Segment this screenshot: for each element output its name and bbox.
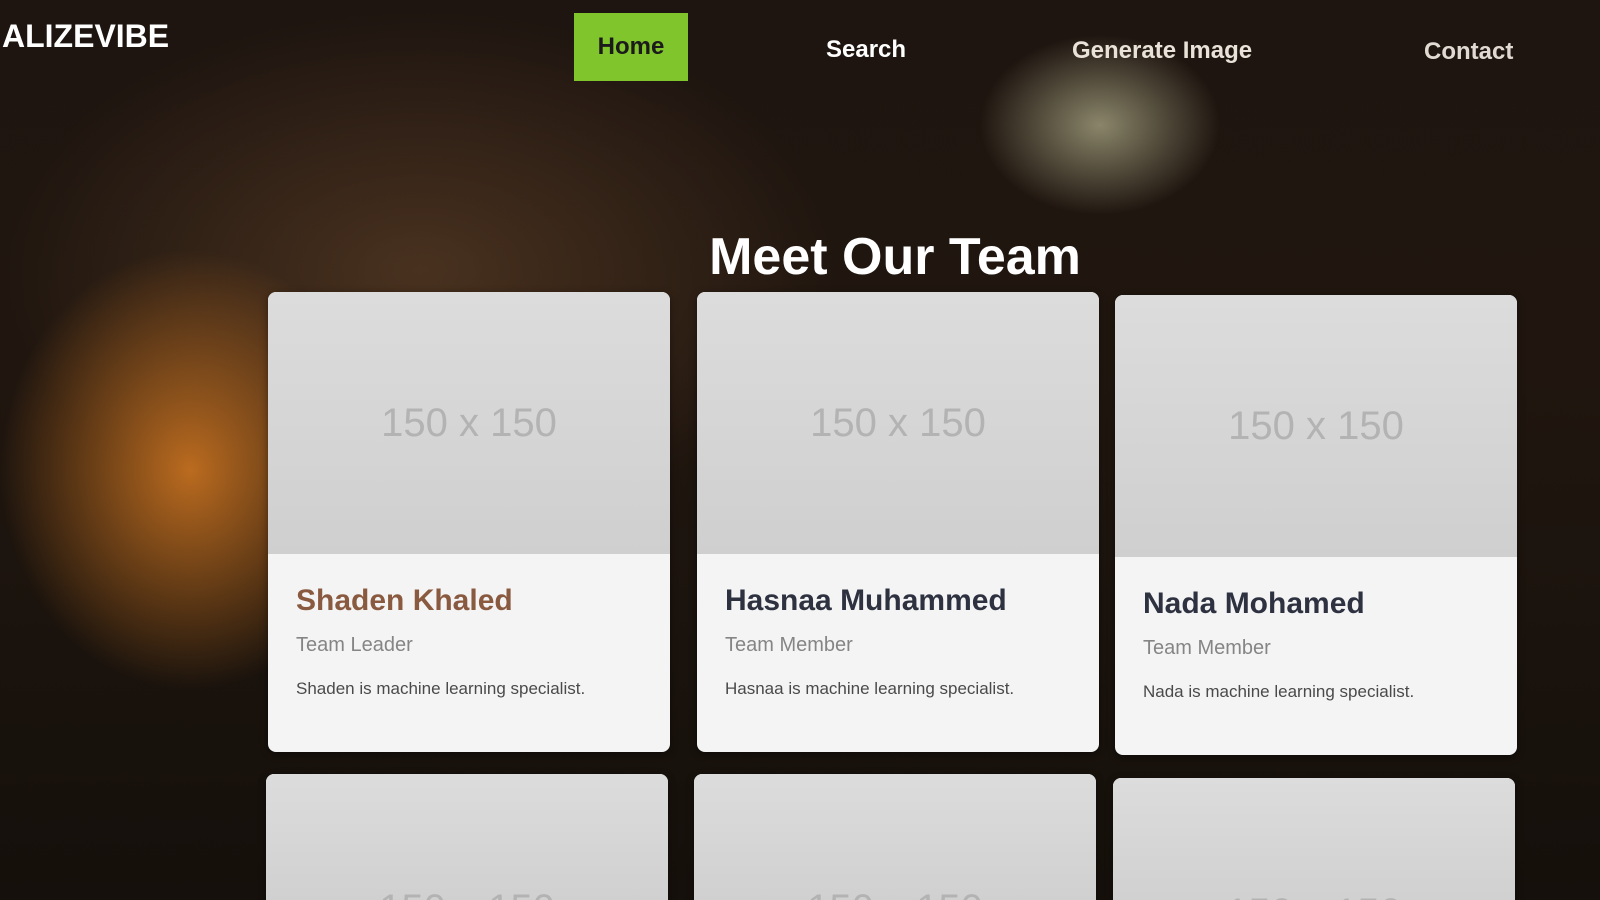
nav-search-link[interactable]: Search — [826, 36, 906, 64]
member-photo-placeholder: 150 x 150 — [694, 774, 1096, 900]
photo-placeholder-label: 150 x 150 — [807, 887, 983, 900]
photo-placeholder-label: 150 x 150 — [1226, 891, 1402, 900]
member-role: Team Member — [725, 634, 853, 656]
member-photo-placeholder: 150 x 150 — [266, 774, 668, 900]
top-navbar: ALIZEVIBE Home Search Generate Image Con… — [0, 0, 1600, 90]
team-card-row2-3: 150 x 150 — [1113, 778, 1515, 900]
team-card-row2-1: 150 x 150 — [266, 774, 668, 900]
photo-placeholder-label: 150 x 150 — [1228, 403, 1404, 448]
member-photo-placeholder: 150 x 150 — [697, 292, 1099, 554]
card-body: Hasnaa Muhammed Team Member Hasnaa is ma… — [697, 554, 1099, 752]
card-body: Shaden Khaled Team Leader Shaden is mach… — [268, 554, 670, 752]
member-photo-placeholder: 150 x 150 — [268, 292, 670, 554]
brand-logo[interactable]: ALIZEVIBE — [2, 18, 169, 55]
team-card-nada: 150 x 150 Nada Mohamed Team Member Nada … — [1115, 295, 1517, 755]
member-name: Shaden Khaled — [296, 584, 513, 617]
member-description: Hasnaa is machine learning specialist. — [725, 679, 1015, 698]
page-title: Meet Our Team — [709, 227, 1081, 286]
team-card-shaden: 150 x 150 Shaden Khaled Team Leader Shad… — [268, 292, 670, 752]
photo-placeholder-label: 150 x 150 — [379, 887, 555, 900]
member-photo-placeholder: 150 x 150 — [1113, 778, 1515, 900]
nav-home-link[interactable]: Home — [574, 13, 688, 81]
nav-generate-image-link[interactable]: Generate Image — [1072, 37, 1252, 65]
nav-contact-link[interactable]: Contact — [1424, 38, 1513, 66]
member-role: Team Leader — [296, 634, 413, 656]
member-name: Hasnaa Muhammed — [725, 584, 1007, 617]
member-description: Nada is machine learning specialist. — [1143, 682, 1415, 701]
team-card-row2-2: 150 x 150 — [694, 774, 1096, 900]
member-photo-placeholder: 150 x 150 — [1115, 295, 1517, 557]
card-body: Nada Mohamed Team Member Nada is machine… — [1115, 557, 1517, 755]
team-card-hasnaa: 150 x 150 Hasnaa Muhammed Team Member Ha… — [697, 292, 1099, 752]
photo-placeholder-label: 150 x 150 — [381, 400, 557, 445]
photo-placeholder-label: 150 x 150 — [810, 400, 986, 445]
member-role: Team Member — [1143, 637, 1271, 659]
member-name: Nada Mohamed — [1143, 587, 1365, 620]
member-description: Shaden is machine learning specialist. — [296, 679, 586, 698]
